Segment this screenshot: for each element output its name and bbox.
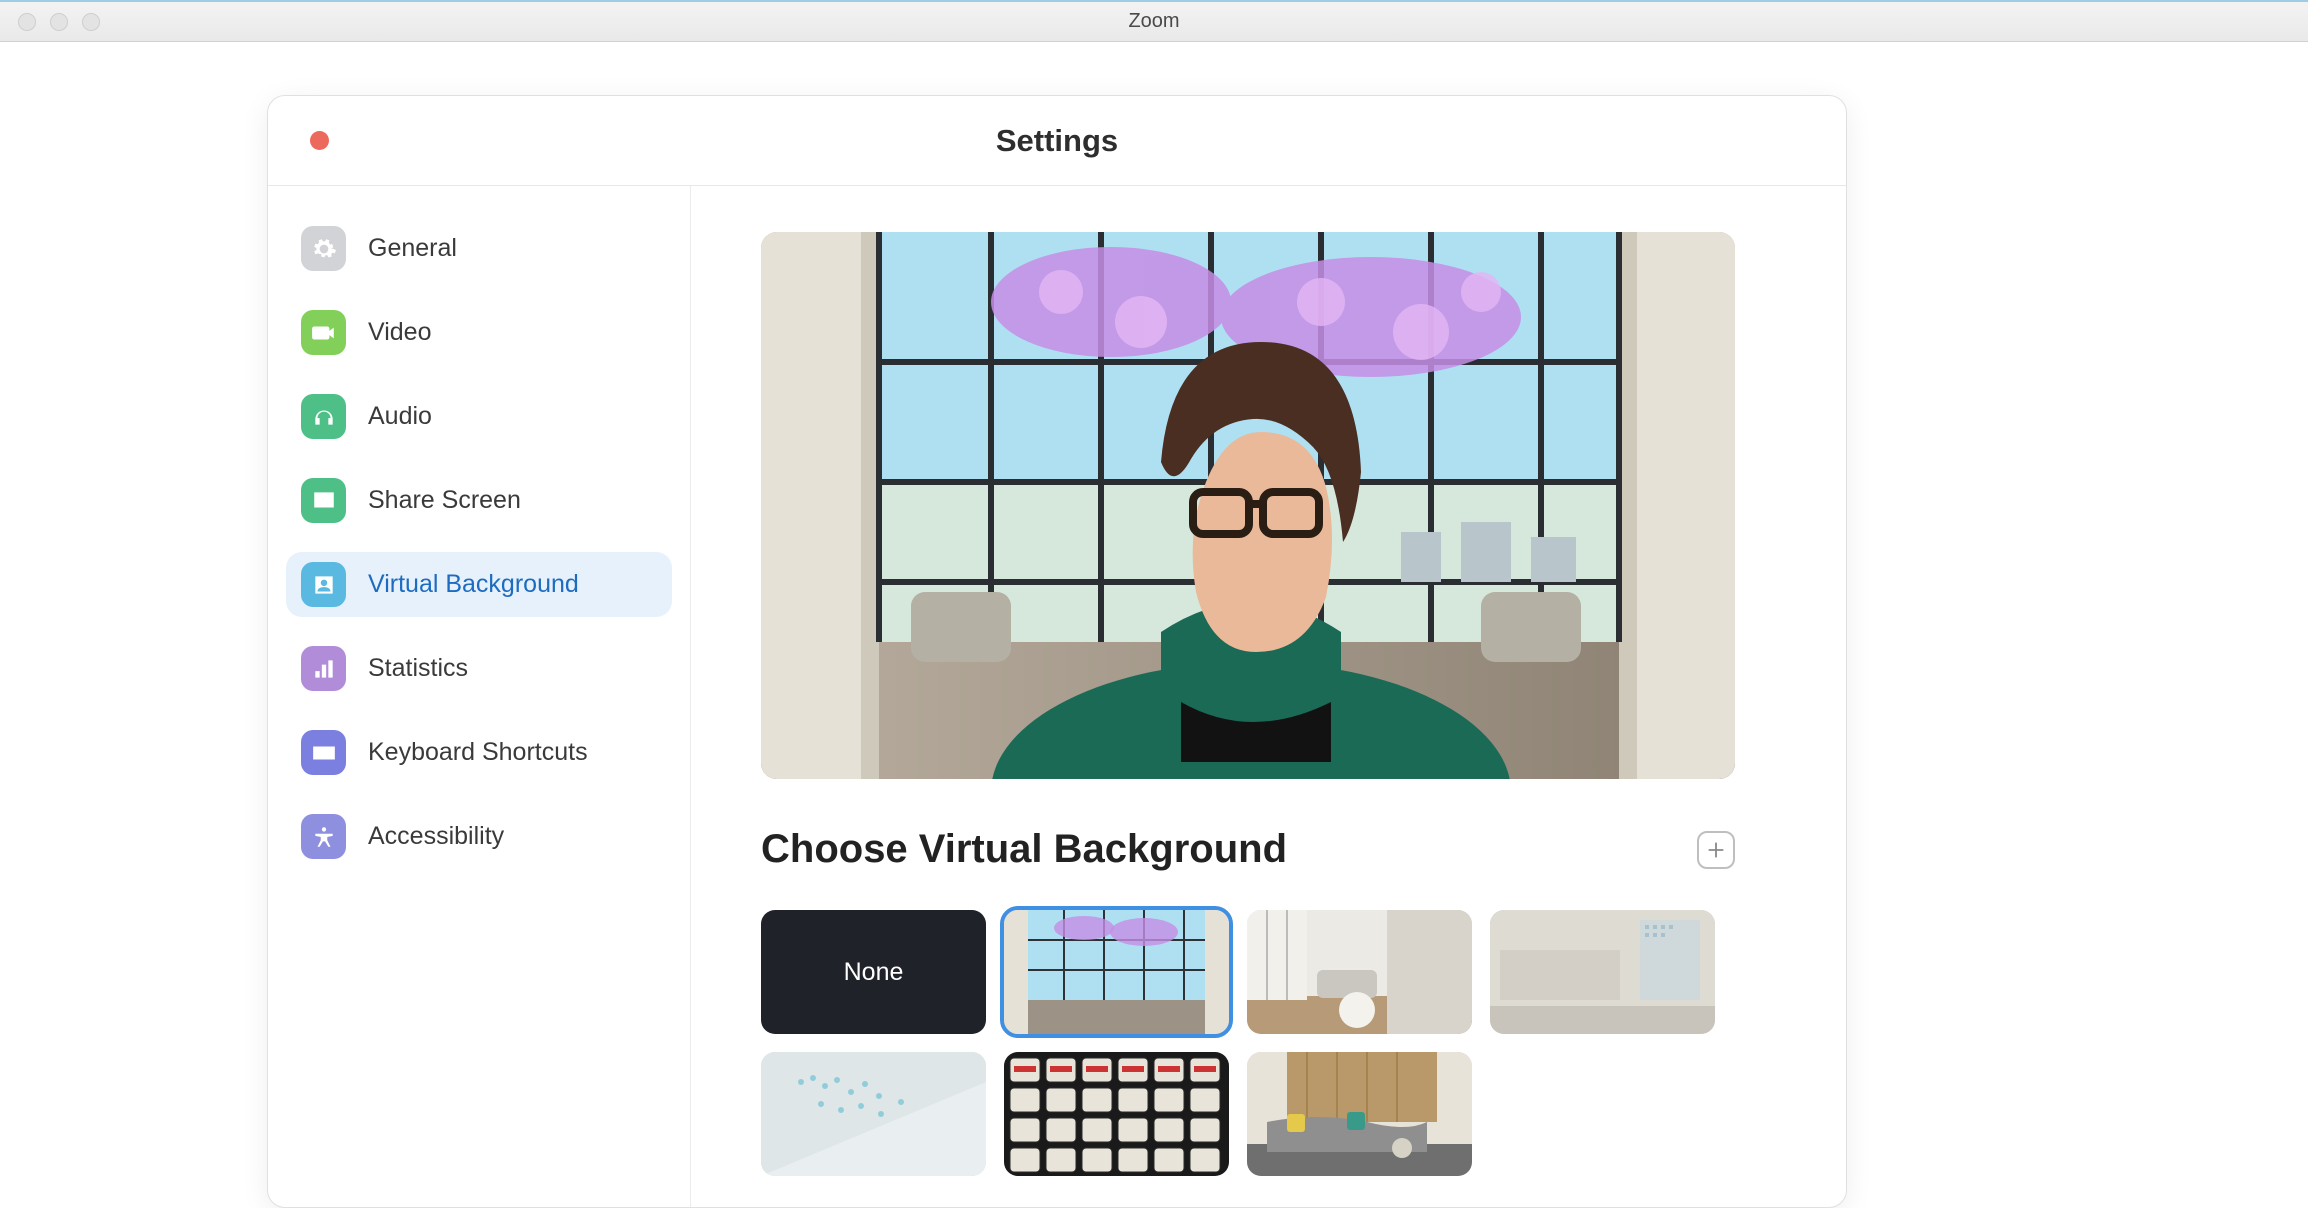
sidebar-item-label: Accessibility [368,822,504,851]
background-option-none[interactable]: None [761,910,986,1034]
gear-icon [301,226,346,271]
settings-title: Settings [996,123,1118,159]
video-icon [301,310,346,355]
traffic-light-close-icon[interactable] [18,13,36,31]
os-window-titlebar: Zoom [0,0,2308,42]
background-option-glass-pattern[interactable] [761,1052,986,1176]
background-option-lounge-sofa[interactable] [1247,1052,1472,1176]
background-option-cans-pattern[interactable] [1004,1052,1229,1176]
sidebar-item-accessibility[interactable]: Accessibility [286,804,672,869]
portrait-icon [301,562,346,607]
sidebar-item-keyboard-shortcuts[interactable]: Keyboard Shortcuts [286,720,672,785]
sidebar-item-video[interactable]: Video [286,300,672,365]
sidebar-item-virtual-background[interactable]: Virtual Background [286,552,672,617]
settings-window: Settings General Video Audio Share Scree… [267,95,1847,1208]
settings-header: Settings [268,96,1846,186]
preview-scene-icon [761,232,1735,779]
traffic-light-zoom-icon[interactable] [82,13,100,31]
settings-sidebar: General Video Audio Share Screen Virtual… [268,186,691,1207]
sidebar-item-label: General [368,234,457,263]
video-preview [761,232,1735,779]
background-none-label: None [844,958,904,987]
traffic-lights [18,13,100,31]
background-option-lobby-atrium[interactable] [1004,910,1229,1034]
sidebar-item-label: Statistics [368,654,468,683]
section-title-virtual-background: Choose Virtual Background [761,827,1287,872]
sidebar-item-share-screen[interactable]: Share Screen [286,468,672,533]
background-option-concrete-wall[interactable] [1490,910,1715,1034]
plus-icon [1705,839,1727,861]
add-background-button[interactable] [1697,831,1735,869]
sidebar-item-general[interactable]: General [286,216,672,281]
close-settings-icon[interactable] [310,131,329,150]
sidebar-item-label: Video [368,318,432,347]
traffic-light-minimize-icon[interactable] [50,13,68,31]
os-window-title: Zoom [1128,10,1179,33]
accessibility-icon [301,814,346,859]
background-thumbnails: None [761,910,1735,1176]
sidebar-item-statistics[interactable]: Statistics [286,636,672,701]
sidebar-item-label: Share Screen [368,486,521,515]
sidebar-item-label: Audio [368,402,432,431]
sidebar-item-label: Keyboard Shortcuts [368,738,588,767]
background-option-modern-living[interactable] [1247,910,1472,1034]
keyboard-icon [301,730,346,775]
sidebar-item-audio[interactable]: Audio [286,384,672,449]
headphones-icon [301,394,346,439]
bar-chart-icon [301,646,346,691]
settings-panel-virtual-background: Choose Virtual Background None [691,186,1846,1207]
sidebar-item-label: Virtual Background [368,570,579,599]
share-screen-icon [301,478,346,523]
